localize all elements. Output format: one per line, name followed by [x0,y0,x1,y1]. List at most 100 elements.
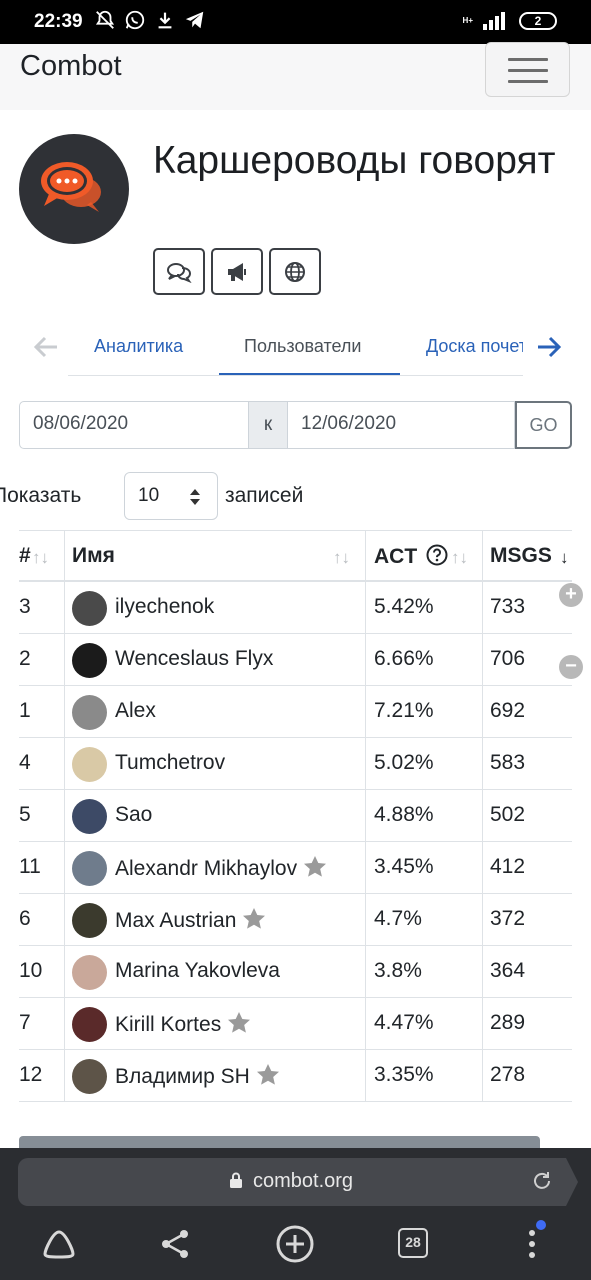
table-row[interactable]: 5 Sao 4.88% 502 [19,790,572,842]
avatar [72,851,107,886]
table-row[interactable]: 6 Max Austrian 4.7% 372 [19,894,572,946]
go-button[interactable]: GO [515,401,572,449]
column-header-act[interactable]: ACT [374,531,448,581]
entries-select[interactable]: 10 [124,472,218,520]
brand-logo[interactable]: Combot [20,50,122,83]
cell-msgs: 278 [490,1063,526,1086]
avatar [72,955,107,990]
date-to-input[interactable]: 12/06/2020 [287,401,515,449]
entries-suffix: записей [225,484,304,507]
table-row[interactable]: 7 Kirill Kortes 4.47% 289 [19,998,572,1050]
cell-number: 2 [19,647,31,670]
cell-msgs: 372 [490,907,526,930]
column-header-name[interactable]: Имя [72,531,115,581]
broadcast-button[interactable] [211,248,263,295]
home-icon[interactable] [39,1224,79,1264]
table-row[interactable]: 11 Alexandr Mikhaylov 3.45% 412 [19,842,572,894]
cell-msgs: 502 [490,803,526,826]
status-time: 22:39 [34,11,83,32]
entries-prefix: Показать [0,484,82,507]
user-name[interactable]: Kirill Kortes [115,1011,251,1040]
table-header: # ↑↓ Имя ↑↓ ACT ↑↓ MSGS ↓ [19,530,572,582]
user-name[interactable]: Alex [115,699,156,723]
user-name[interactable]: Marina Yakovleva [115,959,280,983]
user-name[interactable]: Wenceslaus Flyx [115,647,273,671]
users-table: # ↑↓ Имя ↑↓ ACT ↑↓ MSGS ↓ 3 ilyechenok 5.4… [19,530,572,1102]
chat-logo-icon [41,162,101,212]
table-row[interactable]: 3 ilyechenok 5.42% 733 [19,582,572,634]
date-from-input[interactable]: 08/06/2020 [19,401,249,449]
column-header-number[interactable]: # [19,531,31,581]
tab-list: Аналитика Пользователи Доска почета [68,322,523,376]
menu-toggle-button[interactable] [485,42,570,97]
website-button[interactable] [269,248,321,295]
globe-icon [285,261,305,282]
table-body: 3 ilyechenok 5.42% 733 2 Wenceslaus Flyx 6.66%… [19,582,572,1102]
user-name[interactable]: Alexandr Mikhaylov [115,855,327,884]
cell-msgs: 364 [490,959,526,982]
download-icon [158,12,172,29]
question-circle-icon[interactable] [426,544,448,566]
date-separator: к [249,401,287,449]
user-name[interactable]: ilyechenok [115,595,214,619]
cell-act: 4.88% [374,803,434,826]
date-range: 08/06/2020 к 12/06/2020 GO [19,401,572,449]
address-bar-tip [566,1158,578,1206]
sort-icon[interactable]: ↑↓ [333,548,350,568]
sort-icon[interactable]: ↑↓ [451,548,468,568]
table-row[interactable]: 4 Tumchetrov 5.02% 583 [19,738,572,790]
share-icon[interactable] [156,1224,196,1264]
menu-dots-icon[interactable] [512,1224,552,1264]
cell-act: 3.35% [374,1063,434,1086]
reload-icon[interactable] [531,1170,553,1192]
tabs-icon[interactable]: 28 [398,1228,428,1258]
arrow-left-icon[interactable] [33,334,59,360]
table-row[interactable]: 12 Владимир SH 3.35% 278 [19,1050,572,1102]
user-name[interactable]: Tumchetrov [115,751,225,775]
tab-users[interactable]: Пользователи [244,336,361,357]
tab-leaderboard[interactable]: Доска почета [426,336,523,357]
browser-toolbar: combot.org 28 [0,1148,591,1280]
tab-analytics[interactable]: Аналитика [94,336,183,357]
cell-act: 4.7% [374,907,422,930]
column-header-msgs[interactable]: MSGS [490,531,552,581]
user-name[interactable]: Sao [115,803,152,827]
user-name[interactable]: Владимир SH [115,1063,280,1092]
cell-number: 7 [19,1011,31,1034]
sort-icon[interactable]: ↓ [560,548,569,568]
whatsapp-icon [125,10,145,30]
entries-length: Показать 10 записей [0,472,591,520]
cell-msgs: 412 [490,855,526,878]
navbar: Combot [0,42,591,110]
telegram-icon [185,11,204,29]
cell-number: 6 [19,907,31,930]
chat-avatar [19,134,129,244]
avatar [72,695,107,730]
avatar [72,747,107,782]
user-name[interactable]: Max Austrian [115,907,266,936]
notification-dot [536,1220,546,1230]
new-tab-icon[interactable] [275,1224,315,1264]
url-text[interactable]: combot.org [253,1170,353,1193]
cell-msgs: 692 [490,699,526,722]
active-tab-indicator [219,373,400,375]
table-row[interactable]: 1 Alex 7.21% 692 [19,686,572,738]
cell-msgs: 733 [490,595,526,618]
minus-circle-icon[interactable]: − [559,655,583,679]
sort-icon[interactable]: ↑↓ [32,548,49,568]
chat-messages-button[interactable] [153,248,205,295]
cell-number: 12 [19,1063,43,1086]
table-row[interactable]: 2 Wenceslaus Flyx 6.66% 706 [19,634,572,686]
cell-number: 11 [19,855,41,878]
star-icon [256,1063,280,1092]
status-bar: 22:39 H+ 2 [0,0,591,44]
chat-icon [167,262,192,283]
avatar [72,591,107,626]
table-row[interactable]: 10 Marina Yakovleva 3.8% 364 [19,946,572,998]
lock-icon [230,1172,242,1188]
cell-number: 1 [19,699,31,722]
cell-act: 5.02% [374,751,434,774]
arrow-right-icon[interactable] [536,334,562,360]
plus-circle-icon[interactable]: + [559,583,583,607]
avatar [72,1007,107,1042]
